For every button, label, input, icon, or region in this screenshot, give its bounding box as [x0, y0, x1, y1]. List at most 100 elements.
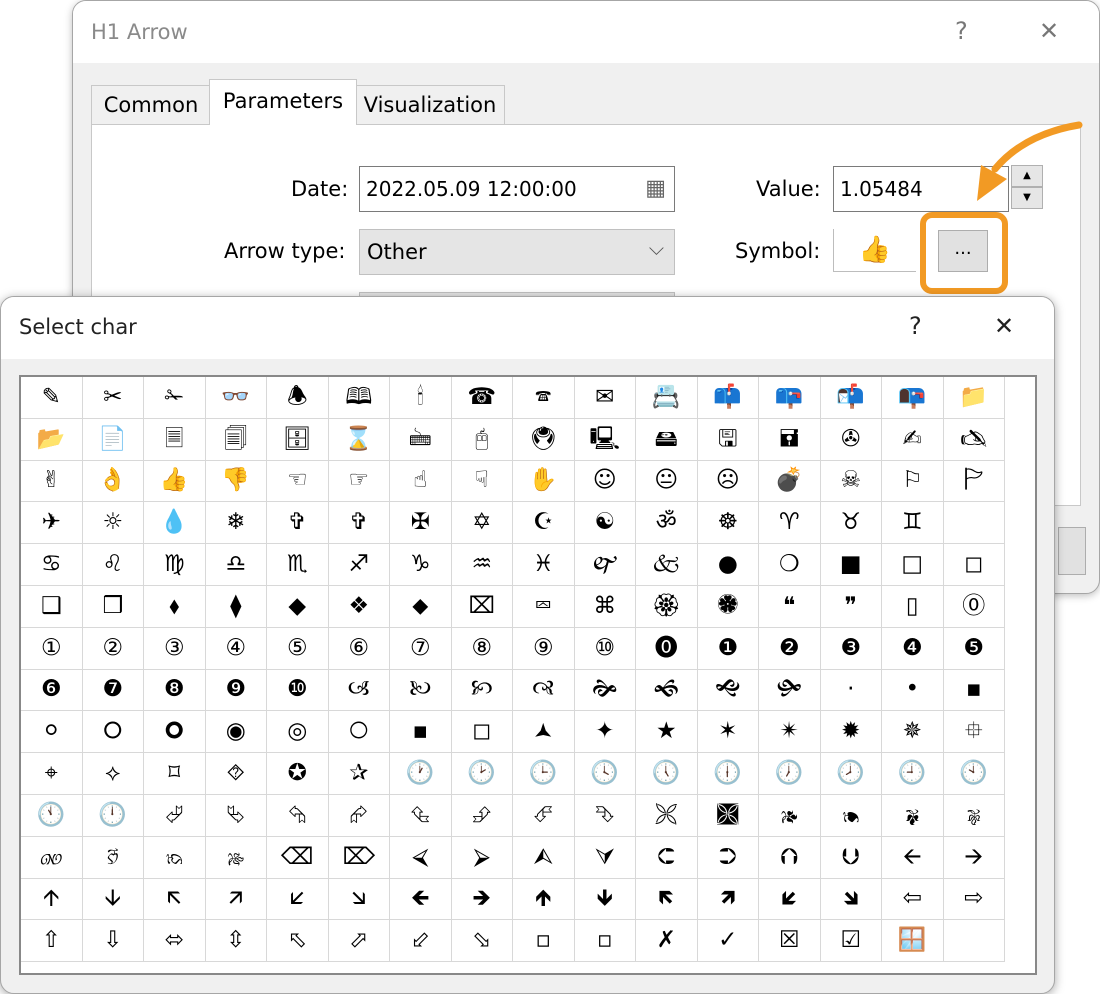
char-cell[interactable] — [943, 502, 1005, 545]
char-cell[interactable]: ✂ — [82, 377, 144, 419]
char-cell[interactable]: 🕚 — [21, 794, 83, 837]
char-cell[interactable]: ☪ — [513, 502, 575, 545]
char-cell[interactable]: ⮘ — [390, 836, 452, 879]
char-cell[interactable]: 🙟 — [759, 669, 821, 712]
char-cell[interactable]: ⇧ — [21, 920, 83, 963]
char-cell[interactable]: ✞ — [267, 502, 329, 545]
char-cell[interactable]: ◎ — [267, 711, 329, 754]
char-cell[interactable]: 🕮 — [328, 377, 390, 419]
char-cell[interactable]: ⮱ — [205, 794, 267, 837]
close-icon[interactable]: ✕ — [1039, 17, 1059, 45]
char-cell[interactable]: ① — [21, 627, 83, 670]
char-cell[interactable]: 🕛 — [82, 794, 144, 837]
char-cell[interactable]: 🕙 — [943, 753, 1005, 795]
char-cell[interactable]: ☒ — [759, 920, 821, 963]
char-cell[interactable]: ⧫ — [205, 585, 267, 628]
char-cell[interactable]: ⮉ — [759, 836, 821, 879]
close-icon[interactable]: ✕ — [994, 312, 1014, 340]
char-cell[interactable]: 🕕 — [697, 753, 759, 795]
char-cell[interactable]: 👓 — [205, 377, 267, 419]
char-cell[interactable]: 🏵 — [636, 585, 698, 628]
char-cell[interactable]: ⌘ — [574, 585, 636, 628]
char-cell[interactable]: 💧 — [144, 502, 206, 545]
char-cell[interactable]: ❶ — [697, 627, 759, 670]
char-cell[interactable]: 🡯 — [267, 878, 329, 921]
char-cell[interactable]: 🕿 — [513, 377, 575, 419]
char-cell[interactable]: ⬂ — [451, 920, 513, 963]
char-cell[interactable]: 📄 — [82, 418, 144, 461]
char-cell[interactable]: 🙢 — [328, 669, 390, 712]
char-cell[interactable]: ♑ — [390, 544, 452, 586]
char-cell[interactable]: · — [820, 669, 882, 712]
char-cell[interactable]: ⑩ — [574, 627, 636, 670]
char-cell[interactable]: 🕘 — [882, 753, 944, 795]
char-cell[interactable]: ⑨ — [513, 627, 575, 670]
tab-common[interactable]: Common — [91, 85, 211, 124]
char-cell[interactable]: 🕐 — [390, 753, 452, 795]
char-cell[interactable]: ❺ — [943, 627, 1005, 670]
char-cell[interactable]: 🖮 — [390, 418, 452, 461]
char-cell[interactable]: 🗐 — [205, 418, 267, 461]
char-cell[interactable]: ⮵ — [451, 794, 513, 837]
char-cell[interactable]: ♉ — [820, 502, 882, 545]
char-cell[interactable]: 🖎 — [943, 418, 1005, 461]
char-cell[interactable]: 🡿 — [759, 878, 821, 921]
char-cell[interactable]: ◻ — [451, 711, 513, 754]
char-cell[interactable]: 🞆 — [82, 711, 144, 754]
char-cell[interactable]: 🕯 — [390, 377, 452, 419]
char-cell[interactable]: ❖ — [328, 585, 390, 628]
char-cell[interactable]: ⇦ — [882, 878, 944, 921]
char-cell[interactable]: 🕭 — [267, 377, 329, 419]
char-cell[interactable]: 🙔 — [820, 794, 882, 837]
tab-visualization[interactable]: Visualization — [355, 85, 505, 124]
char-cell[interactable]: ☹ — [697, 460, 759, 503]
char-cell[interactable]: ⑧ — [451, 627, 513, 670]
char-cell[interactable]: 🙜 — [636, 669, 698, 712]
char-cell[interactable]: 🙵 — [636, 544, 698, 586]
char-cell[interactable]: 🖬 — [759, 418, 821, 461]
char-cell[interactable]: 🙞 — [574, 669, 636, 712]
char-cell[interactable]: ⬁ — [267, 920, 329, 963]
char-cell[interactable]: 👌 — [82, 460, 144, 503]
char-cell[interactable]: ■ — [820, 544, 882, 586]
char-cell[interactable]: ✌ — [21, 460, 83, 503]
char-cell[interactable]: ⮛ — [574, 836, 636, 879]
char-cell[interactable]: ⓿ — [636, 627, 698, 670]
char-cell[interactable]: ⬧ — [144, 585, 206, 628]
char-cell[interactable]: ✠ — [390, 502, 452, 545]
char-cell[interactable]: 🙠 — [390, 669, 452, 712]
char-cell[interactable]: ❝ — [759, 585, 821, 628]
char-cell[interactable]: 👎 — [205, 460, 267, 503]
help-button[interactable]: ? — [955, 17, 968, 45]
char-cell[interactable]: ❾ — [205, 669, 267, 712]
char-cell[interactable]: ⮰ — [144, 794, 206, 837]
char-cell[interactable]: ⮶ — [513, 794, 575, 837]
char-cell[interactable]: ✪ — [267, 753, 329, 795]
char-cell[interactable]: ⟡ — [82, 753, 144, 795]
char-cell[interactable]: 🡭 — [205, 878, 267, 921]
char-cell[interactable]: ☼ — [82, 502, 144, 545]
char-cell[interactable]: ❞ — [820, 585, 882, 628]
char-cell[interactable]: ⮊ — [697, 836, 759, 879]
char-cell[interactable]: ♏ — [267, 544, 329, 586]
char-cell[interactable]: 🙗 — [882, 794, 944, 837]
char-cell[interactable]: ♈ — [759, 502, 821, 545]
char-cell[interactable]: ❻ — [21, 669, 83, 712]
char-cell[interactable]: 🡾 — [820, 878, 882, 921]
char-cell[interactable]: 🏶 — [697, 585, 759, 628]
tab-parameters[interactable]: Parameters — [209, 79, 357, 125]
char-cell[interactable]: ⮹ — [513, 585, 575, 628]
char-cell[interactable]: ⬃ — [390, 920, 452, 963]
char-cell[interactable]: ✗ — [636, 920, 698, 963]
char-cell[interactable]: 🗄 — [267, 418, 329, 461]
char-cell[interactable]: ❸ — [820, 627, 882, 670]
char-cell[interactable]: 🡫 — [82, 878, 144, 921]
char-cell[interactable]: 🙐 — [21, 836, 83, 879]
char-cell[interactable]: ⮳ — [328, 794, 390, 837]
char-cell[interactable]: ⌖ — [21, 753, 83, 795]
char-cell[interactable]: 🙓 — [205, 836, 267, 879]
char-cell[interactable]: 🡸 — [390, 878, 452, 921]
char-cell[interactable]: ⌧ — [451, 585, 513, 628]
char-cell[interactable]: ❼ — [82, 669, 144, 712]
char-cell[interactable]: ✍ — [882, 418, 944, 461]
